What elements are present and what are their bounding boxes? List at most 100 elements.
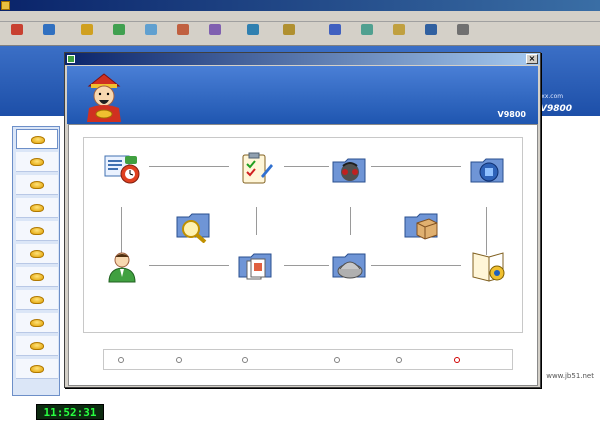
link-register[interactable] [334, 356, 342, 364]
receivable-icon [332, 158, 366, 183]
banner-version: V9800 [540, 104, 573, 114]
dialog-version: V9800 [492, 110, 526, 119]
gold-ingot-icon [30, 204, 44, 212]
sidebar-item[interactable] [16, 290, 58, 310]
guide-icon [425, 24, 437, 35]
toolbar-button[interactable] [272, 23, 306, 45]
radio-icon [454, 357, 460, 363]
sidebar-item[interactable] [16, 152, 58, 172]
gold-ingot-icon [30, 250, 44, 258]
sidebar-item[interactable] [16, 359, 58, 379]
sidebar-item[interactable] [16, 313, 58, 333]
transfer-icon [81, 24, 93, 35]
node-purchase-return[interactable] [223, 249, 289, 287]
node-cash-payment[interactable] [455, 249, 521, 287]
node-receivable[interactable] [317, 152, 383, 190]
sidebar-item[interactable] [16, 244, 58, 264]
sidebar-item[interactable] [16, 129, 58, 149]
flow-line [256, 207, 257, 235]
close-button[interactable]: × [526, 54, 538, 64]
app-root: www.lxxx.com V9800 11:52:31 × V9800 www.… [0, 0, 600, 421]
menu-bar [0, 11, 600, 22]
link-upgrade[interactable] [454, 356, 462, 364]
toolbar-button[interactable] [2, 23, 32, 45]
node-daily-income[interactable] [389, 209, 455, 247]
toolbar-button[interactable] [34, 23, 64, 45]
main-toolbar [0, 22, 600, 46]
sales-order-icon [104, 155, 140, 184]
toolbar-button[interactable] [200, 23, 230, 45]
radio-icon [334, 357, 340, 363]
sidebar-item[interactable] [16, 198, 58, 218]
stock-query-icon [209, 24, 221, 35]
flow-line [149, 166, 229, 167]
toolbar-button[interactable] [352, 23, 382, 45]
toolbar-button[interactable] [136, 23, 166, 45]
user-upgrade-icon [329, 24, 341, 35]
stock-detail-icon [176, 213, 210, 244]
dialog-title-bar: × [65, 53, 540, 65]
cash-receipt-icon [470, 158, 504, 183]
sidebar-item[interactable] [16, 267, 58, 287]
customer-icon [43, 24, 55, 35]
toolbar-button[interactable] [320, 23, 350, 45]
version-number: V9800 [497, 110, 526, 119]
node-cash-receipt[interactable] [455, 152, 521, 190]
node-purchase-in[interactable] [89, 249, 155, 287]
watermark-url: www.jb51.net [546, 372, 594, 380]
sidebar-item[interactable] [16, 175, 58, 195]
digital-clock: 11:52:31 [36, 404, 104, 420]
node-stock-detail[interactable] [161, 209, 227, 247]
sales-manage-icon [247, 24, 259, 35]
app-icon [1, 1, 10, 10]
radio-icon [176, 357, 182, 363]
gold-ingot-icon [30, 319, 44, 327]
gold-ingot-icon [30, 227, 44, 235]
purchase-in-icon [108, 252, 136, 283]
toolbar-button[interactable] [448, 23, 478, 45]
flow-line [149, 265, 229, 266]
toolbar-button[interactable] [416, 23, 446, 45]
watermark: www.jb51.net [546, 372, 594, 380]
purchase-icon [113, 24, 125, 35]
link-goods-data[interactable] [242, 356, 250, 364]
toolbar-button[interactable] [168, 23, 198, 45]
node-payable[interactable] [317, 249, 383, 287]
quick-links [103, 349, 513, 370]
sidebar-item[interactable] [16, 221, 58, 241]
radio-icon [242, 357, 248, 363]
node-sales-return[interactable] [223, 152, 289, 190]
password-icon [393, 24, 405, 35]
link-customer-manage[interactable] [118, 356, 126, 364]
gold-ingot-icon [30, 158, 44, 166]
sidebar [12, 126, 60, 396]
toolbar-button[interactable] [236, 23, 270, 45]
toolbar-button[interactable] [104, 23, 134, 45]
toolbar-button[interactable] [384, 23, 414, 45]
node-sales-order[interactable] [89, 152, 155, 190]
sales-return-icon [242, 152, 273, 184]
purchase-return-node-icon [238, 253, 272, 280]
gold-ingot-icon [30, 296, 44, 304]
daily-report-icon [361, 24, 373, 35]
radio-icon [118, 357, 124, 363]
god-of-wealth-icon [87, 73, 121, 122]
supplier-icon [11, 24, 23, 35]
sidebar-item[interactable] [16, 336, 58, 356]
link-supplier-manage[interactable] [176, 356, 184, 364]
operation-guide-dialog: × V9800 [64, 52, 541, 388]
link-help[interactable] [396, 356, 404, 364]
daily-income-icon [404, 213, 438, 240]
flow-line [371, 265, 461, 266]
cash-payment-icon [472, 252, 505, 282]
dialog-icon [67, 55, 75, 63]
radio-icon [396, 357, 402, 363]
purchase-return-icon [145, 24, 157, 35]
flow-line [486, 207, 487, 255]
toolbar-button[interactable] [72, 23, 102, 45]
gold-ingot-icon [30, 365, 44, 373]
gold-ingot-icon [31, 136, 45, 144]
payable-icon [332, 253, 366, 279]
gold-ingot-icon [30, 273, 44, 281]
outbound-icon [177, 24, 189, 35]
